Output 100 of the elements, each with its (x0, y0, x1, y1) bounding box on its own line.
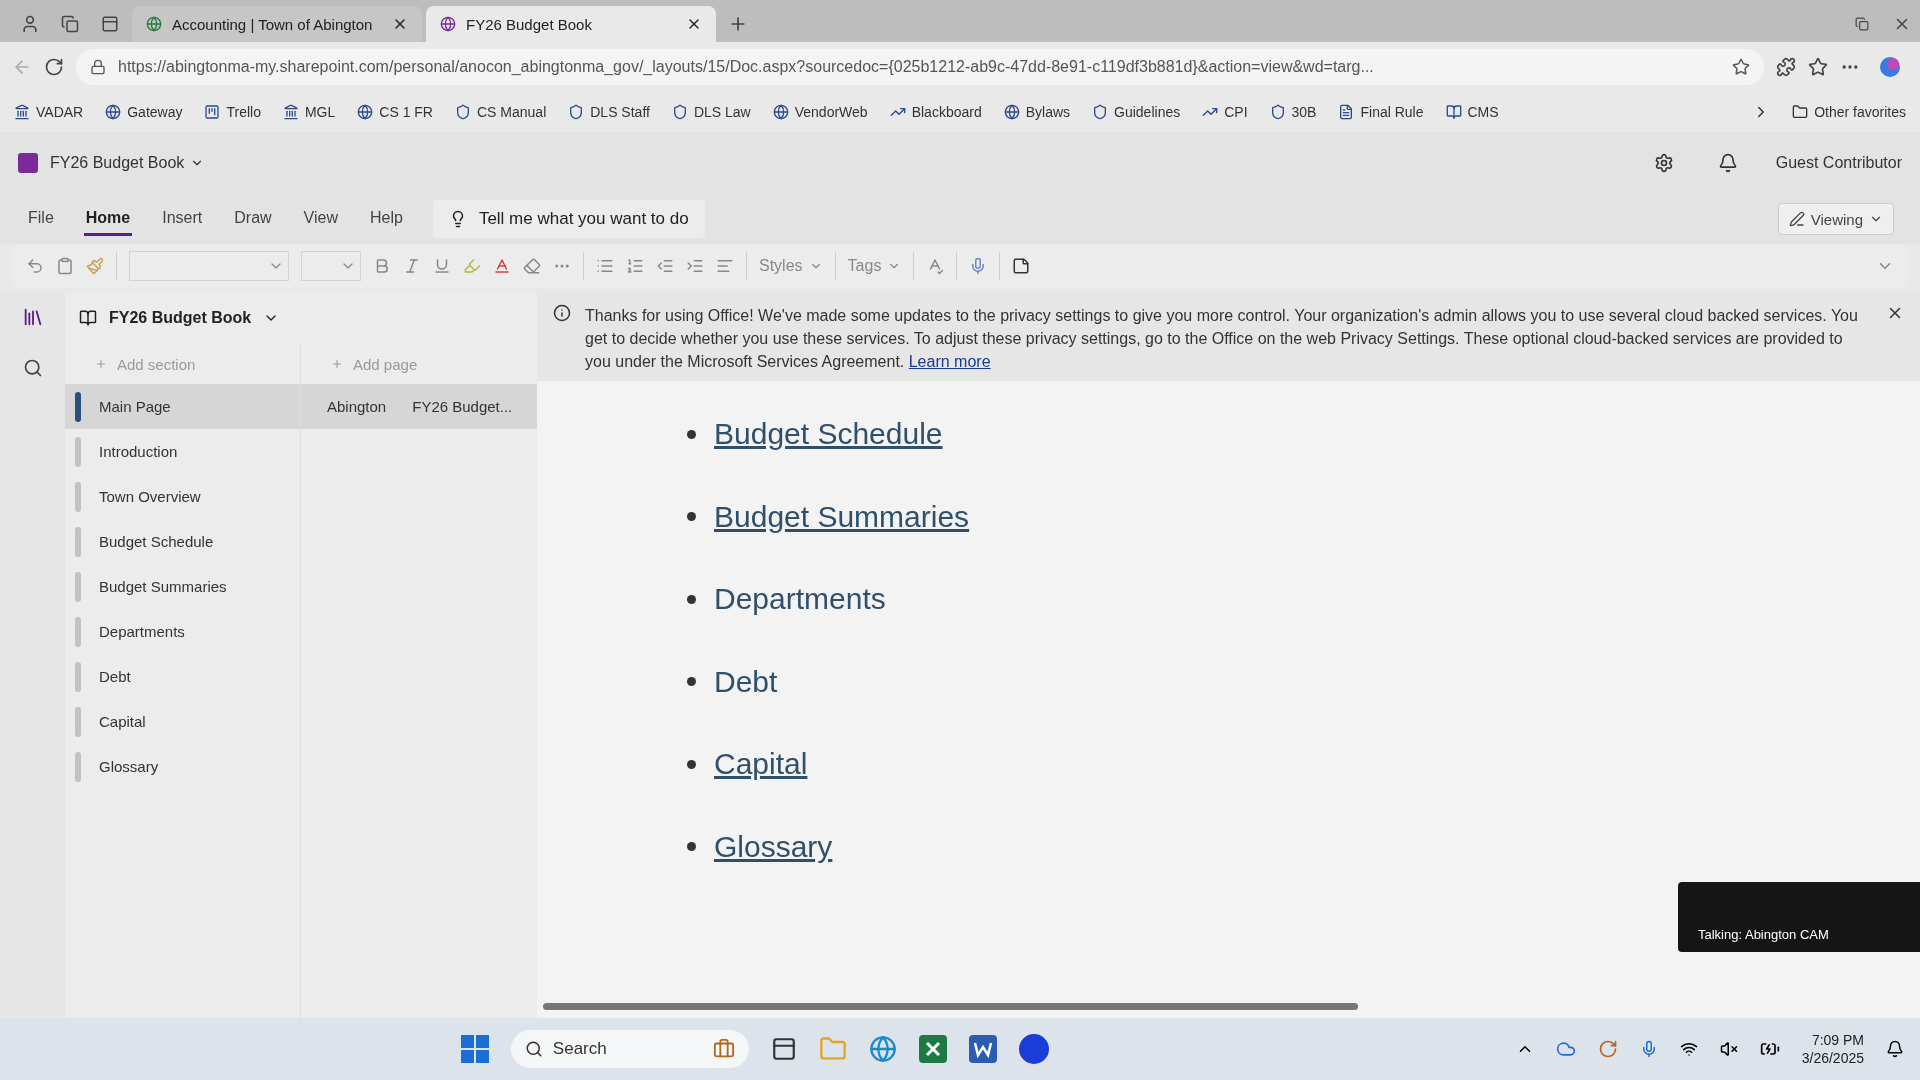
favorite-link[interactable]: Bylaws (1003, 104, 1071, 120)
italic-icon[interactable] (403, 257, 421, 275)
page-link[interactable]: Capital (714, 747, 808, 782)
search-icon (524, 1040, 543, 1058)
favorite-link[interactable]: CS 1 FR (357, 104, 433, 120)
favorite-link[interactable]: Guidelines (1092, 104, 1181, 120)
ribbon-tab[interactable]: File (26, 202, 56, 236)
favorite-link[interactable]: CS Manual (455, 104, 547, 120)
favorite-link[interactable]: MGL (282, 104, 336, 120)
section-item[interactable]: Departments (65, 609, 300, 654)
user-name: Guest Contributor (1775, 154, 1902, 172)
clock[interactable]: 7:09 PM 3/26/2025 (1801, 1031, 1864, 1067)
ribbon-tab[interactable]: Help (368, 202, 405, 236)
page-link[interactable]: Budget Schedule (714, 417, 943, 452)
plus-icon (95, 358, 107, 370)
favorite-link[interactable]: Gateway (105, 104, 183, 120)
document-icon (1338, 104, 1355, 120)
chat-icon[interactable] (1018, 1034, 1049, 1064)
browser-tab[interactable]: Accounting | Town of Abington (132, 6, 422, 42)
task-view-icon[interactable] (770, 1036, 797, 1062)
start-icon[interactable] (460, 1035, 489, 1063)
plus-icon (331, 358, 343, 370)
section-item[interactable]: Capital (65, 699, 300, 744)
taskbar-search[interactable]: Search (510, 1030, 749, 1068)
bell-icon[interactable] (1717, 153, 1738, 173)
extensions-icon[interactable] (1776, 57, 1796, 77)
viewing-button[interactable]: Viewing (1777, 203, 1894, 235)
settings-icon[interactable] (1653, 153, 1674, 173)
notification-icon[interactable] (1886, 1040, 1904, 1058)
ribbon-tab[interactable]: Insert (160, 202, 205, 236)
note-icon[interactable] (1012, 257, 1031, 275)
browser-icon[interactable] (868, 1035, 897, 1063)
favorite-folder[interactable]: Other favorites (1792, 104, 1906, 120)
outdent-icon[interactable] (656, 257, 674, 275)
folder-icon (1792, 104, 1809, 120)
page-link[interactable]: Glossary (714, 829, 833, 864)
spreadsheet-icon[interactable] (918, 1035, 947, 1063)
ribbon-tab[interactable]: Home (83, 202, 133, 236)
bullet-icon (687, 429, 696, 439)
section-item[interactable]: Budget Schedule (65, 519, 300, 564)
ribbon-tab[interactable]: Draw (232, 202, 274, 236)
notebook-title[interactable]: FY26 Budget Book (65, 292, 537, 344)
board-icon (204, 104, 221, 120)
section-item[interactable]: Glossary (65, 744, 300, 789)
favorite-link[interactable]: Final Rule (1338, 104, 1424, 120)
book-icon (1445, 104, 1462, 120)
ribbon-tab[interactable]: View (301, 202, 340, 236)
cloud-icon[interactable] (1555, 1039, 1576, 1059)
underline-icon[interactable] (433, 257, 451, 275)
numbered-list-icon[interactable] (626, 257, 644, 275)
bullet-icon (687, 594, 696, 604)
building-icon (282, 104, 299, 120)
favorite-link[interactable]: 30B (1269, 104, 1317, 120)
section-item[interactable]: Debt (65, 654, 300, 699)
volume-icon[interactable] (1719, 1040, 1738, 1058)
scrollbar-thumb[interactable] (543, 1002, 1358, 1010)
favorite-link[interactable]: DLS Law (671, 104, 751, 120)
sync-icon[interactable] (1597, 1039, 1618, 1059)
section-item[interactable]: Town Overview (65, 474, 300, 519)
favorite-link[interactable]: CPI (1202, 104, 1248, 120)
favorite-link[interactable]: Trello (204, 104, 261, 120)
list-item: Departments (714, 582, 886, 617)
list-item: Debt (714, 664, 778, 699)
shield-icon (1269, 104, 1286, 120)
tell-me-field[interactable]: Tell me what you want to do (432, 200, 705, 238)
site-icon (440, 16, 456, 32)
favorite-link[interactable]: DLS Staff (568, 104, 650, 120)
globe-icon (1003, 104, 1020, 120)
clipboard-icon[interactable] (56, 257, 74, 275)
building-icon (14, 104, 30, 120)
favorite-link[interactable]: VendorWeb (772, 104, 868, 120)
indent-icon[interactable] (686, 257, 704, 275)
eraser-icon[interactable] (523, 257, 541, 275)
learn-more-link[interactable]: Learn more (908, 353, 991, 370)
font-color-icon[interactable] (493, 257, 511, 275)
brush-icon[interactable] (86, 257, 104, 275)
star-icon[interactable] (1732, 58, 1750, 76)
address-bar[interactable]: https://abingtonma-my.sharepoint.com/personal/anocon_abingtonma_gov/_layouts/15/Doc.aspx?sourcedoc={025b1212-ab9c-47dd-8e91-c119df3b881d}&action=view&wd=targ... (76, 49, 1764, 85)
page-link[interactable]: Budget Summaries (714, 499, 970, 534)
favorite-link[interactable]: VADAR (14, 104, 84, 120)
section-item[interactable]: Main Page (65, 384, 300, 429)
browser-tab[interactable]: FY26 Budget Book (426, 6, 716, 42)
favorite-link[interactable]: CMS (1445, 104, 1499, 120)
document-title[interactable]: FY26 Budget Book (50, 154, 205, 172)
bullet-icon (687, 677, 696, 687)
pen-icon (1788, 211, 1805, 227)
document-icon[interactable] (968, 1035, 997, 1063)
bullet-icon (687, 842, 696, 852)
refresh-icon[interactable] (44, 57, 64, 77)
bullet-list-icon[interactable] (596, 257, 614, 275)
section-item[interactable]: Introduction (65, 429, 300, 474)
page-item[interactable]: Abington FY26 Budget... (301, 384, 537, 429)
section-item[interactable]: Budget Summaries (65, 564, 300, 609)
undo-icon[interactable] (26, 257, 44, 275)
briefcase-icon (712, 1038, 735, 1060)
favorites-icon[interactable] (1808, 57, 1828, 77)
align-icon[interactable] (716, 257, 734, 275)
favorite-link[interactable]: Blackboard (889, 104, 982, 120)
search-icon[interactable] (22, 358, 43, 378)
wifi-icon[interactable] (1679, 1040, 1698, 1058)
